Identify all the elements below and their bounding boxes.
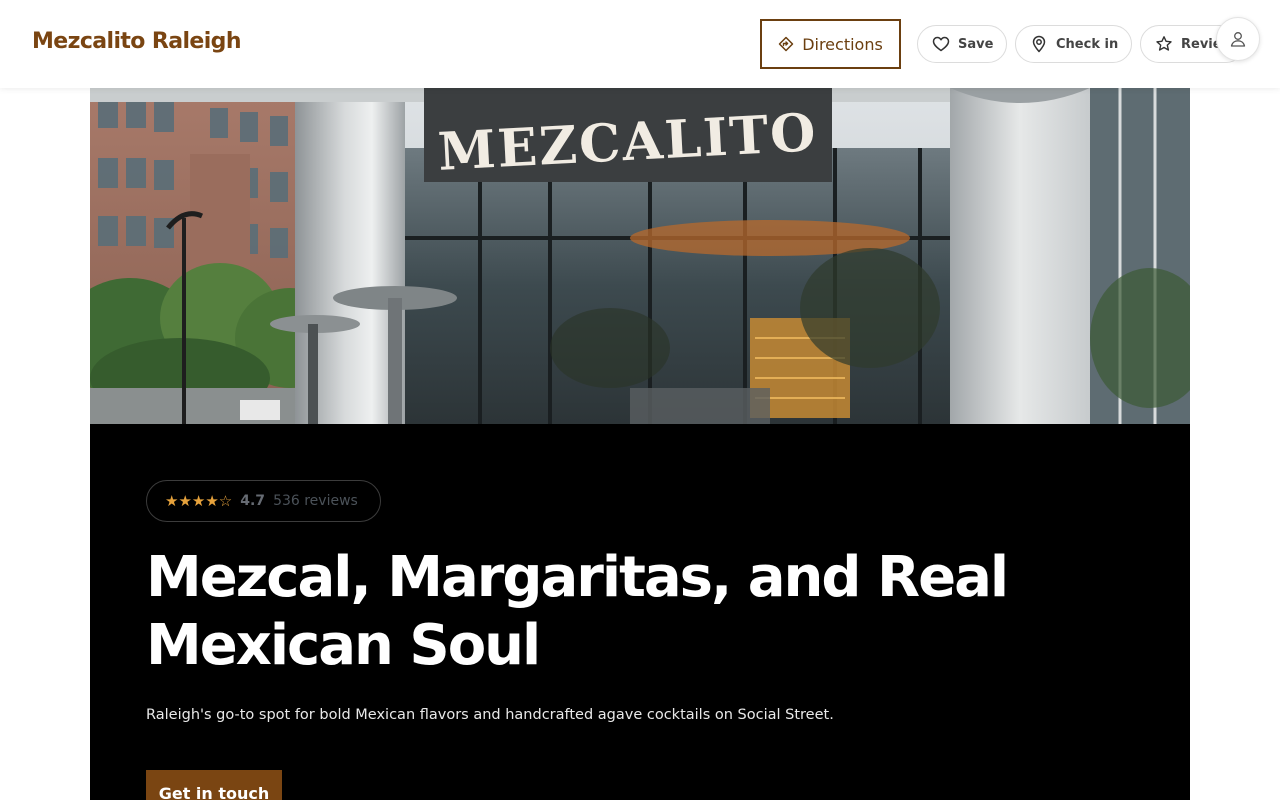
check-in-label: Check in [1056, 36, 1119, 52]
rating-stars: ★★★★☆ [165, 492, 233, 510]
map-pin-icon [1030, 35, 1048, 53]
get-in-touch-button[interactable]: Get in touch [146, 770, 282, 800]
rating-badge[interactable]: ★★★★☆ 4.7 536 reviews [146, 480, 381, 522]
directions-button[interactable]: Directions [760, 19, 901, 69]
hero-headline: Mezcal, Margaritas, and Real Mexican Sou… [146, 545, 1009, 678]
restaurant-photo: MEZCALITO [90, 88, 1190, 424]
heart-icon [932, 35, 950, 53]
rating-value: 4.7 [240, 493, 266, 509]
directions-icon [778, 36, 794, 52]
directions-label: Directions [802, 34, 883, 54]
site-header: Mezcalito Raleigh Directions Save Check … [0, 0, 1280, 88]
brand-name[interactable]: Mezcalito Raleigh [32, 29, 241, 54]
review-count: 536 reviews [273, 493, 358, 509]
save-label: Save [958, 36, 994, 52]
save-button[interactable]: Save [917, 25, 1007, 63]
star-icon [1155, 35, 1173, 53]
check-in-button[interactable]: Check in [1015, 25, 1132, 63]
user-icon [1229, 30, 1247, 48]
hero-tagline: Raleigh's go-to spot for bold Mexican fl… [146, 707, 834, 723]
account-button[interactable] [1216, 17, 1260, 61]
hero-panel: ★★★★☆ 4.7 536 reviews Mezcal, Margaritas… [90, 424, 1190, 800]
